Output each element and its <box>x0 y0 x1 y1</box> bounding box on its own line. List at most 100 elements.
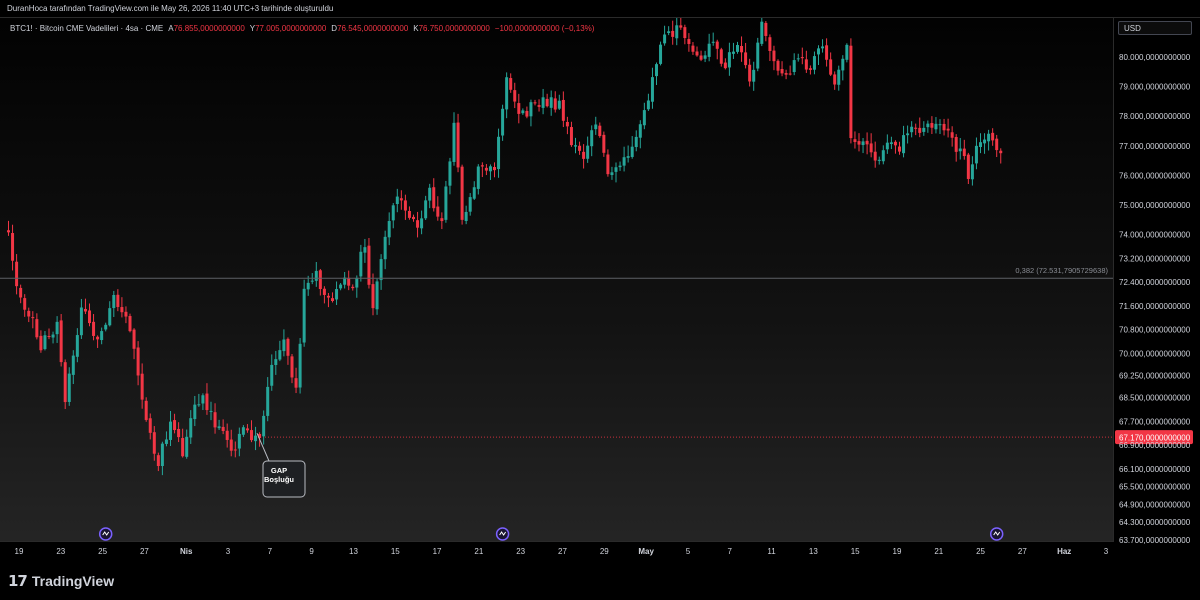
event-marker-icon[interactable] <box>989 527 1004 541</box>
candle-body <box>966 154 970 179</box>
candle-body <box>347 277 351 286</box>
date-tick-label: 17 <box>433 547 442 556</box>
candle <box>331 292 334 303</box>
candle <box>278 340 282 362</box>
candle <box>100 327 104 345</box>
candle-body <box>112 294 116 309</box>
candle <box>776 59 780 76</box>
candle-body <box>991 132 995 141</box>
event-marker-icon[interactable] <box>495 527 510 541</box>
candle-body <box>221 426 225 431</box>
candle-body <box>561 99 565 121</box>
candle-body <box>19 287 23 298</box>
candle-body <box>132 329 136 349</box>
candle-body <box>197 404 201 406</box>
candle-body <box>379 259 383 281</box>
candle-body <box>335 289 339 300</box>
currency-selector[interactable]: USD <box>1118 21 1192 35</box>
candle-body <box>691 45 695 52</box>
candle-body <box>731 51 735 54</box>
candle-body <box>683 27 687 39</box>
candle <box>703 50 707 63</box>
candle <box>505 72 509 119</box>
date-tick-label: Nis <box>180 547 193 556</box>
candle-body <box>582 151 586 159</box>
candle-body <box>424 200 428 219</box>
candle-body <box>727 52 731 68</box>
candle <box>11 224 15 271</box>
candle <box>821 39 825 53</box>
candle-body <box>979 142 982 148</box>
candle <box>938 119 942 135</box>
candle-body <box>136 347 140 376</box>
candle-body <box>407 210 411 218</box>
candle <box>845 43 849 63</box>
candle-body <box>529 102 533 117</box>
candle-body <box>650 77 654 102</box>
candle-body <box>416 220 420 228</box>
candle <box>375 278 379 315</box>
candle-body <box>181 438 185 457</box>
price-tick-label: 65.500,0000000000 <box>1119 483 1191 492</box>
candle <box>484 164 488 176</box>
candle <box>164 431 168 447</box>
candle <box>254 426 258 451</box>
candle <box>898 141 901 155</box>
candle <box>185 429 189 459</box>
candle-body <box>857 141 861 145</box>
candle <box>424 195 428 220</box>
candle-body <box>314 270 318 281</box>
candle <box>67 367 71 406</box>
event-marker-icon[interactable] <box>98 527 113 541</box>
candle-body <box>480 165 484 167</box>
candle-body <box>853 139 857 143</box>
candle-body <box>565 121 569 127</box>
candle <box>136 341 140 386</box>
price-tick-label: 73.200,0000000000 <box>1119 254 1191 263</box>
candle <box>699 50 703 62</box>
candle <box>663 25 667 46</box>
candle-body <box>266 386 270 416</box>
price-tick-label: 71.600,0000000000 <box>1119 302 1191 311</box>
candle <box>946 118 950 138</box>
candle-body <box>355 277 359 288</box>
candle <box>521 108 525 115</box>
date-tick-label: 11 <box>767 547 776 556</box>
candle <box>995 134 999 158</box>
candle <box>634 130 638 152</box>
candle <box>671 20 675 45</box>
candle-body <box>569 127 573 146</box>
candle-body <box>740 46 744 53</box>
candle <box>529 99 533 127</box>
candle-body <box>655 64 658 77</box>
candle-body <box>262 415 266 437</box>
candle <box>970 156 974 186</box>
candle-body <box>622 157 626 166</box>
candle-body <box>817 48 820 55</box>
candle-body <box>472 187 476 199</box>
candle-body <box>958 148 962 152</box>
candle <box>160 441 164 476</box>
date-tick-label: 3 <box>1104 547 1109 556</box>
candle-body <box>719 49 723 64</box>
candle <box>501 104 505 141</box>
candle-body <box>748 64 752 82</box>
candle-body <box>306 282 310 290</box>
candle <box>760 18 764 47</box>
candle <box>675 18 679 46</box>
change-value: −100,0000000000 (−0,13%) <box>494 24 595 33</box>
price-tick-label: 75.000,0000000000 <box>1119 201 1191 210</box>
candle <box>217 419 221 430</box>
candle-body <box>387 221 391 238</box>
tradingview-logo[interactable]: 17 TradingView <box>8 572 114 590</box>
candle-body <box>549 97 553 108</box>
candle <box>736 41 739 54</box>
symbol-title[interactable]: BTC1! · Bitcoin CME Vadelileri · 4sa · C… <box>10 24 163 33</box>
candle <box>910 121 914 138</box>
candle <box>464 205 468 225</box>
candlestick-chart[interactable]: 0,382 (72.531,7905729638)GAPBoşluğu 67.1… <box>0 0 1200 562</box>
symbol-legend[interactable]: BTC1! · Bitcoin CME Vadelileri · 4sa · C… <box>10 24 594 33</box>
candle-body <box>505 77 509 110</box>
candle <box>614 162 618 183</box>
candle-body <box>444 186 448 220</box>
